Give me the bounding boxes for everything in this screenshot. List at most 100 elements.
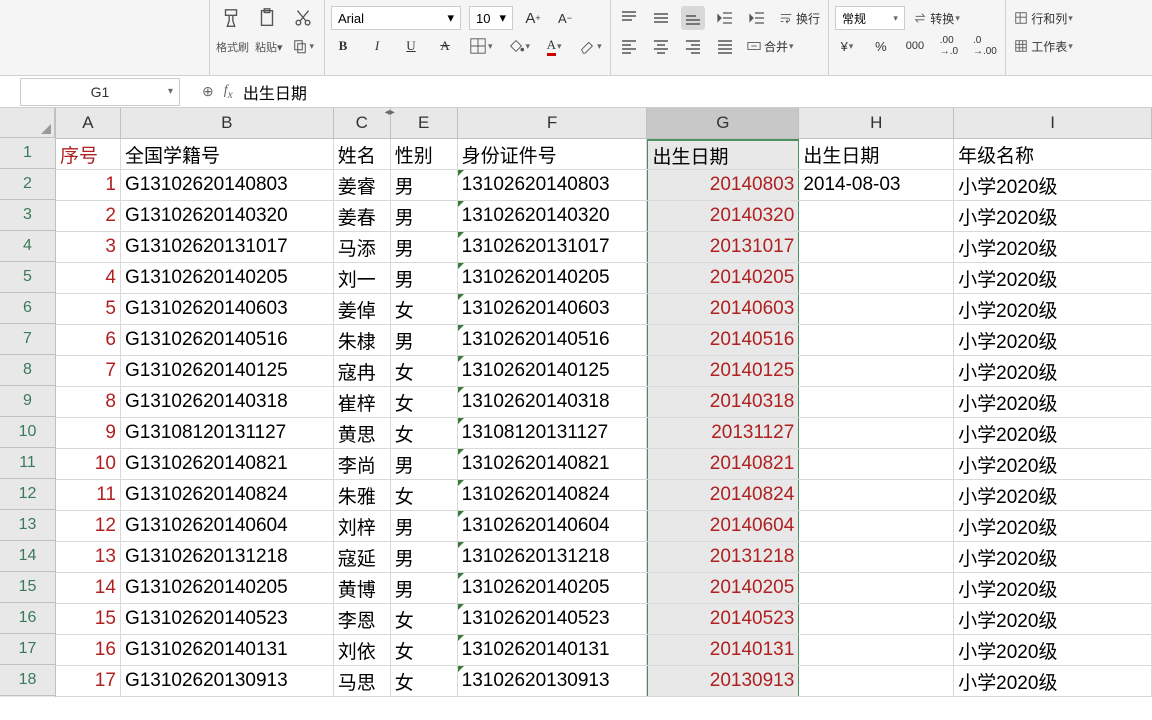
cell[interactable]	[799, 480, 954, 510]
cell[interactable]: 13102620140523	[458, 604, 648, 634]
cell[interactable]: 6	[56, 325, 121, 355]
cell[interactable]: 13102620140131	[458, 635, 648, 665]
cell[interactable]: 刘一	[334, 263, 391, 293]
cell[interactable]: 20140320	[647, 201, 799, 231]
cell[interactable]: 20140604	[647, 511, 799, 541]
strikethrough-button[interactable]: A	[433, 34, 457, 58]
align-middle-button[interactable]	[649, 6, 673, 30]
cell[interactable]: 崔梓	[334, 387, 391, 417]
italic-button[interactable]: I	[365, 34, 389, 58]
cell[interactable]: 小学2020级	[954, 294, 1152, 324]
cell[interactable]: 女	[391, 294, 458, 324]
justify-button[interactable]	[713, 34, 737, 58]
row-header[interactable]: 6	[0, 293, 55, 324]
cell[interactable]: 13102620140205	[458, 263, 648, 293]
cell[interactable]: 小学2020级	[954, 542, 1152, 572]
row-header[interactable]: 4	[0, 231, 55, 262]
cell[interactable]: 小学2020级	[954, 263, 1152, 293]
cell[interactable]: 7	[56, 356, 121, 386]
cell[interactable]	[799, 387, 954, 417]
cell[interactable]: 小学2020级	[954, 201, 1152, 231]
cell[interactable]: 13102620131218	[458, 542, 648, 572]
cell[interactable]: 李恩	[334, 604, 391, 634]
merge-button[interactable]: 合并▾	[745, 34, 796, 58]
cell[interactable]: 13	[56, 542, 121, 572]
hidden-column-marker[interactable]: ◂▸	[385, 108, 395, 118]
cell[interactable]: 13102620140125	[458, 356, 648, 386]
cell[interactable]: 男	[391, 325, 458, 355]
cell[interactable]: G13102620140320	[121, 201, 334, 231]
cell[interactable]: 小学2020级	[954, 573, 1152, 603]
cell[interactable]	[799, 604, 954, 634]
cell[interactable]: G13108120131127	[121, 418, 334, 448]
copy-button[interactable]: ▾	[289, 34, 317, 58]
row-header[interactable]: 16	[0, 603, 55, 634]
underline-button[interactable]: U	[399, 34, 423, 58]
cell[interactable]: G13102620140125	[121, 356, 334, 386]
cell[interactable]: 20140318	[647, 387, 799, 417]
cell[interactable]: 8	[56, 387, 121, 417]
cell[interactable]	[799, 542, 954, 572]
thousands-button[interactable]: 000	[903, 34, 927, 58]
align-right-button[interactable]	[681, 34, 705, 58]
cell[interactable]: 刘梓	[334, 511, 391, 541]
cell[interactable]: 20131017	[647, 232, 799, 262]
cell[interactable]	[799, 666, 954, 696]
cell[interactable]: 男	[391, 232, 458, 262]
cell[interactable]: G13102620140131	[121, 635, 334, 665]
cell[interactable]: 年级名称	[954, 139, 1152, 169]
paste-button[interactable]	[252, 5, 282, 31]
row-header[interactable]: 7	[0, 324, 55, 355]
col-header-f[interactable]: F	[458, 108, 648, 138]
cell[interactable]: 16	[56, 635, 121, 665]
row-header[interactable]: 13	[0, 510, 55, 541]
cell[interactable]: 男	[391, 573, 458, 603]
cell[interactable]	[799, 294, 954, 324]
cell[interactable]	[799, 356, 954, 386]
align-bottom-button[interactable]	[681, 6, 705, 30]
cell[interactable]: 姓名	[334, 139, 391, 169]
cell[interactable]: 20140205	[647, 263, 799, 293]
cell[interactable]: 男	[391, 542, 458, 572]
cell[interactable]: 15	[56, 604, 121, 634]
cell[interactable]: 13102620131017	[458, 232, 648, 262]
cell[interactable]: 17	[56, 666, 121, 696]
convert-button[interactable]: 转换▾	[911, 6, 962, 30]
cell[interactable]: 20140523	[647, 604, 799, 634]
cell[interactable]: 20131218	[647, 542, 799, 572]
cell[interactable]: 黄思	[334, 418, 391, 448]
cell[interactable]: G13102620140523	[121, 604, 334, 634]
decrease-indent-button[interactable]	[713, 6, 737, 30]
cell[interactable]: 男	[391, 511, 458, 541]
cell[interactable]: 20140824	[647, 480, 799, 510]
cell[interactable]: 刘依	[334, 635, 391, 665]
col-header-i[interactable]: I	[954, 108, 1152, 138]
cell[interactable]: 13102620140516	[458, 325, 648, 355]
cell[interactable]	[799, 201, 954, 231]
cell[interactable]: 5	[56, 294, 121, 324]
cell[interactable]: 13102620140824	[458, 480, 648, 510]
cell[interactable]: 12	[56, 511, 121, 541]
cell[interactable]	[799, 232, 954, 262]
row-header[interactable]: 8	[0, 355, 55, 386]
cell[interactable]: G13102620140205	[121, 573, 334, 603]
increase-font-button[interactable]: A+	[521, 6, 545, 30]
cell[interactable]: 女	[391, 666, 458, 696]
fx-icon[interactable]: fx	[224, 83, 233, 101]
cell[interactable]: 小学2020级	[954, 511, 1152, 541]
cell[interactable]: 4	[56, 263, 121, 293]
cell[interactable]: 女	[391, 635, 458, 665]
cell[interactable]: 20140803	[647, 170, 799, 200]
cell[interactable]: 女	[391, 418, 458, 448]
cell[interactable]	[799, 635, 954, 665]
cell[interactable]: 寇冉	[334, 356, 391, 386]
cell[interactable]: 20140603	[647, 294, 799, 324]
cell[interactable]: 小学2020级	[954, 666, 1152, 696]
cell[interactable]: 马添	[334, 232, 391, 262]
cell[interactable]: 男	[391, 449, 458, 479]
row-header[interactable]: 12	[0, 479, 55, 510]
cell[interactable]: 李尚	[334, 449, 391, 479]
cell[interactable]: 11	[56, 480, 121, 510]
cell[interactable]: G13102620131218	[121, 542, 334, 572]
row-header[interactable]: 14	[0, 541, 55, 572]
